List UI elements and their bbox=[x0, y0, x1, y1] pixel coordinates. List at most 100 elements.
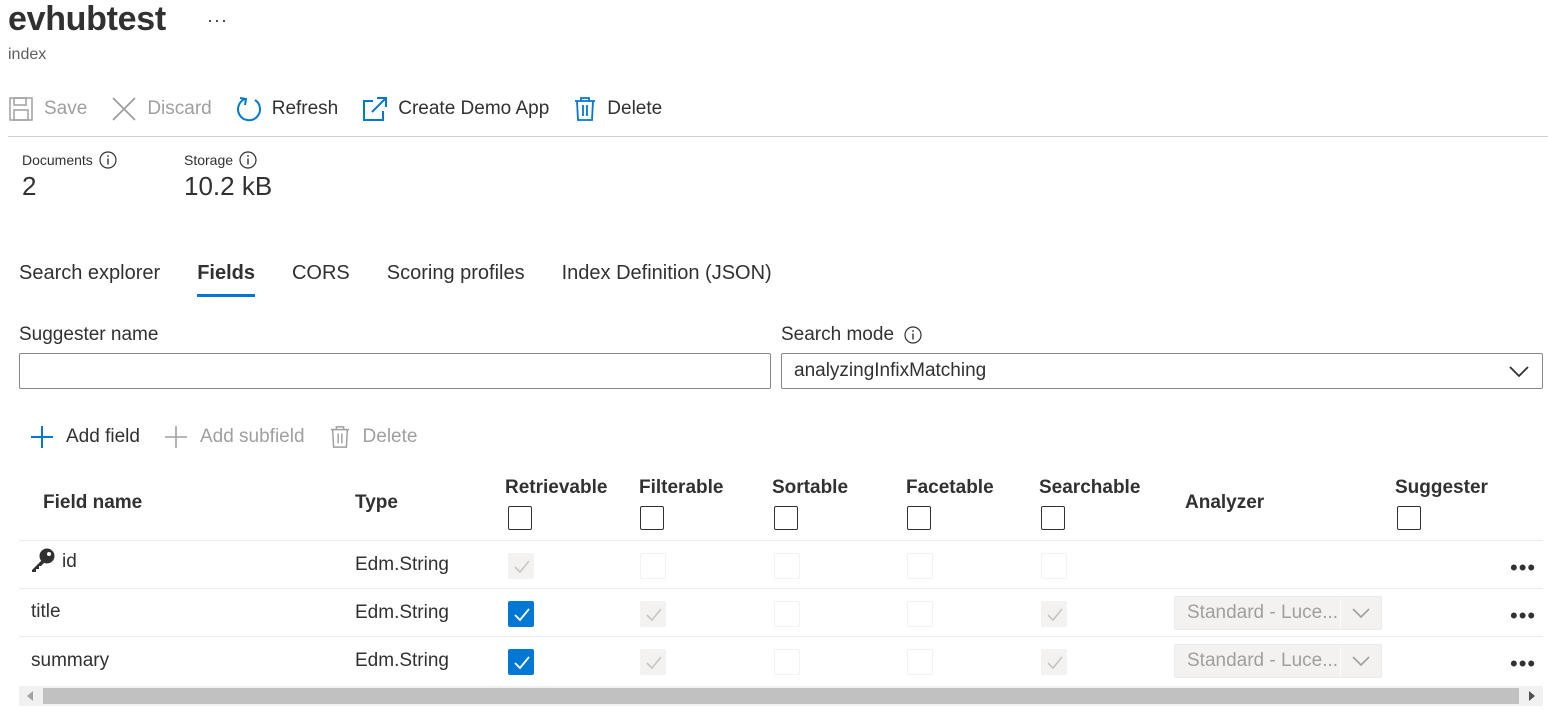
scroll-right-arrow[interactable] bbox=[1529, 691, 1535, 701]
toolbar-divider bbox=[8, 136, 1548, 137]
analyzer-value: Standard - Luce... bbox=[1187, 650, 1339, 671]
scrollbar-thumb[interactable] bbox=[43, 688, 1519, 704]
horizontal-scrollbar[interactable] bbox=[19, 686, 1543, 706]
add-subfield-label: Add subfield bbox=[199, 426, 305, 447]
suggester-select-all-checkbox[interactable] bbox=[1397, 506, 1421, 530]
trash-icon bbox=[575, 97, 596, 121]
facetable-checkbox bbox=[907, 553, 933, 579]
storage-value: 10.2 kB bbox=[184, 171, 273, 201]
chevron-down-icon bbox=[1352, 608, 1370, 619]
checkmark-icon bbox=[514, 608, 530, 622]
filterable-checkbox bbox=[640, 553, 666, 579]
add-subfield-button[interactable]: Add subfield bbox=[164, 425, 305, 449]
checkmark-icon bbox=[1047, 656, 1063, 670]
sortable-checkbox bbox=[774, 553, 800, 579]
row-divider bbox=[19, 588, 1543, 589]
row-more-button[interactable]: ••• bbox=[1510, 653, 1536, 675]
discard-button[interactable]: Discard bbox=[111, 96, 212, 122]
col-retrievable: Retrievable bbox=[505, 477, 608, 498]
tab-fields[interactable]: Fields bbox=[197, 262, 255, 297]
facetable-select-all-checkbox[interactable] bbox=[907, 506, 931, 530]
type-cell: Edm.String bbox=[355, 602, 449, 623]
delete-field-button[interactable]: Delete bbox=[329, 424, 417, 450]
tab-bar: Search explorer Fields CORS Scoring prof… bbox=[19, 262, 809, 297]
col-searchable: Searchable bbox=[1039, 477, 1141, 498]
searchable-select-all-checkbox[interactable] bbox=[1041, 506, 1065, 530]
save-button[interactable]: Save bbox=[8, 96, 87, 122]
delete-button[interactable]: Delete bbox=[573, 96, 662, 122]
sortable-select-all-checkbox[interactable] bbox=[774, 506, 798, 530]
col-suggester: Suggester bbox=[1395, 477, 1488, 498]
analyzer-dropdown: Standard - Luce... bbox=[1174, 596, 1382, 630]
type-cell: Edm.String bbox=[355, 650, 449, 671]
row-divider bbox=[19, 636, 1543, 637]
retrievable-select-all-checkbox[interactable] bbox=[508, 506, 532, 530]
checkmark-icon bbox=[646, 608, 662, 622]
save-label: Save bbox=[44, 98, 88, 119]
storage-label: Storage bbox=[184, 152, 234, 168]
fields-command-bar: Add field Add subfield Delete bbox=[30, 424, 441, 450]
checkmark-icon bbox=[514, 560, 530, 574]
type-cell: Edm.String bbox=[355, 554, 449, 575]
delete-label: Delete bbox=[607, 98, 663, 119]
tab-scoring-profiles[interactable]: Scoring profiles bbox=[387, 262, 525, 293]
info-icon[interactable] bbox=[239, 151, 257, 169]
col-type[interactable]: Type bbox=[355, 492, 398, 514]
save-icon bbox=[9, 97, 33, 121]
header-divider bbox=[19, 540, 1543, 541]
documents-value: 2 bbox=[22, 171, 37, 201]
close-icon bbox=[112, 97, 136, 121]
checkmark-icon bbox=[646, 656, 662, 670]
refresh-label: Refresh bbox=[271, 98, 339, 119]
search-mode-value: analyzingInfixMatching bbox=[794, 360, 987, 381]
row-more-button[interactable]: ••• bbox=[1510, 557, 1536, 579]
checkmark-icon bbox=[514, 656, 530, 670]
filterable-select-all-checkbox[interactable] bbox=[640, 506, 664, 530]
chevron-down-icon bbox=[1352, 656, 1370, 667]
chevron-down-icon bbox=[1509, 366, 1529, 378]
page-subtitle: index bbox=[8, 46, 47, 63]
retrievable-checkbox bbox=[508, 553, 534, 579]
col-analyzer: Analyzer bbox=[1185, 492, 1265, 513]
key-icon bbox=[32, 548, 55, 572]
tab-cors[interactable]: CORS bbox=[292, 262, 350, 293]
scroll-left-arrow[interactable] bbox=[27, 691, 33, 701]
tab-search-explorer[interactable]: Search explorer bbox=[19, 262, 160, 293]
sortable-checkbox bbox=[774, 649, 800, 675]
info-icon[interactable] bbox=[904, 326, 922, 344]
add-field-label: Add field bbox=[66, 426, 140, 447]
retrievable-checkbox[interactable] bbox=[508, 649, 534, 675]
row-more-button[interactable]: ••• bbox=[1510, 605, 1536, 627]
suggester-name-label: Suggester name bbox=[19, 324, 159, 345]
facetable-checkbox bbox=[907, 649, 933, 675]
field-name-cell: summary bbox=[31, 650, 110, 671]
facetable-checkbox bbox=[907, 601, 933, 627]
page-title: evhubtest bbox=[8, 0, 166, 38]
search-mode-dropdown[interactable]: analyzingInfixMatching bbox=[781, 353, 1543, 389]
col-filterable: Filterable bbox=[639, 477, 724, 498]
discard-label: Discard bbox=[147, 98, 212, 119]
search-mode-label: Search mode bbox=[781, 324, 922, 346]
refresh-button[interactable]: Refresh bbox=[236, 96, 339, 122]
storage-stat: Storage 10.2 kB bbox=[184, 151, 272, 202]
checkmark-icon bbox=[1047, 608, 1063, 622]
tab-index-definition[interactable]: Index Definition (JSON) bbox=[562, 262, 772, 293]
field-name-cell: title bbox=[31, 601, 61, 622]
plus-icon bbox=[164, 426, 187, 448]
retrievable-checkbox[interactable] bbox=[508, 601, 534, 627]
col-facetable: Facetable bbox=[906, 477, 994, 498]
col-sortable: Sortable bbox=[772, 477, 849, 498]
documents-label: Documents bbox=[22, 152, 93, 168]
add-field-button[interactable]: Add field bbox=[30, 425, 140, 449]
field-name-cell: id bbox=[62, 551, 77, 572]
create-demo-app-label: Create Demo App bbox=[398, 98, 550, 119]
searchable-checkbox bbox=[1041, 601, 1067, 627]
col-field-name[interactable]: Field name bbox=[43, 492, 142, 514]
more-options-button[interactable]: ··· bbox=[207, 10, 228, 31]
sortable-checkbox bbox=[774, 601, 800, 627]
analyzer-value: Standard - Luce... bbox=[1187, 602, 1339, 623]
external-link-icon bbox=[363, 97, 388, 121]
suggester-name-input[interactable] bbox=[19, 353, 771, 389]
info-icon[interactable] bbox=[99, 151, 117, 169]
create-demo-app-button[interactable]: Create Demo App bbox=[362, 96, 549, 122]
